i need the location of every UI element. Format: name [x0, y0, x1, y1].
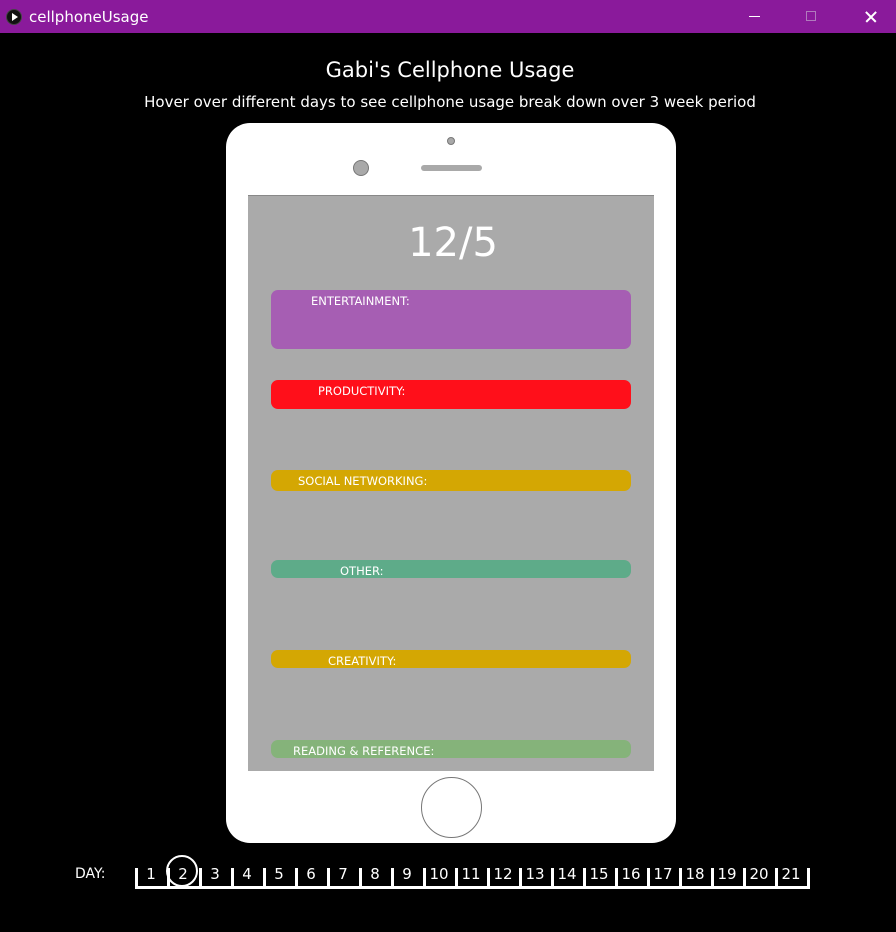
- page-subtitle: Hover over different days to see cellpho…: [144, 93, 756, 111]
- day-14[interactable]: 14: [551, 864, 583, 884]
- day-8[interactable]: 8: [359, 864, 391, 884]
- window-title: cellphoneUsage: [29, 8, 149, 26]
- day-12[interactable]: 12: [487, 864, 519, 884]
- productivity-label: PRODUCTIVITY:: [318, 384, 406, 398]
- date-label: 12/5: [408, 220, 498, 266]
- day-6[interactable]: 6: [295, 864, 327, 884]
- creativity-label: CREATIVITY:: [328, 654, 397, 668]
- day-10[interactable]: 10: [423, 864, 455, 884]
- entertainment-label: ENTERTAINMENT:: [311, 294, 410, 308]
- other-bar: [271, 560, 631, 578]
- day-16[interactable]: 16: [615, 864, 647, 884]
- app-icon: [6, 9, 22, 25]
- day-7[interactable]: 7: [327, 864, 359, 884]
- home-button: [421, 777, 482, 838]
- day-19[interactable]: 19: [711, 864, 743, 884]
- day-15[interactable]: 15: [583, 864, 615, 884]
- phone-camera: [353, 160, 369, 176]
- day-tick: [807, 868, 810, 888]
- maximize-icon[interactable]: [789, 0, 835, 33]
- day-selector-label: DAY:: [75, 866, 106, 882]
- title-bar: cellphoneUsage: [0, 0, 896, 33]
- creativity-bar: [271, 650, 631, 668]
- phone-sensor: [447, 137, 455, 145]
- day-2[interactable]: 2: [167, 864, 199, 884]
- day-21[interactable]: 21: [775, 864, 807, 884]
- minimize-icon[interactable]: [732, 0, 778, 33]
- day-9[interactable]: 9: [391, 864, 423, 884]
- day-20[interactable]: 20: [743, 864, 775, 884]
- day-17[interactable]: 17: [647, 864, 679, 884]
- day-4[interactable]: 4: [231, 864, 263, 884]
- day-18[interactable]: 18: [679, 864, 711, 884]
- other-label: OTHER:: [340, 564, 384, 578]
- day-5[interactable]: 5: [263, 864, 295, 884]
- day-ruler: [135, 886, 810, 889]
- social-networking-label: SOCIAL NETWORKING:: [298, 474, 428, 488]
- page-title: Gabi's Cellphone Usage: [325, 58, 575, 82]
- phone-speaker: [421, 165, 482, 171]
- close-icon[interactable]: [848, 0, 894, 33]
- day-1[interactable]: 1: [135, 864, 167, 884]
- day-13[interactable]: 13: [519, 864, 551, 884]
- day-3[interactable]: 3: [199, 864, 231, 884]
- reading-reference-label: READING & REFERENCE:: [293, 744, 435, 758]
- day-11[interactable]: 11: [455, 864, 487, 884]
